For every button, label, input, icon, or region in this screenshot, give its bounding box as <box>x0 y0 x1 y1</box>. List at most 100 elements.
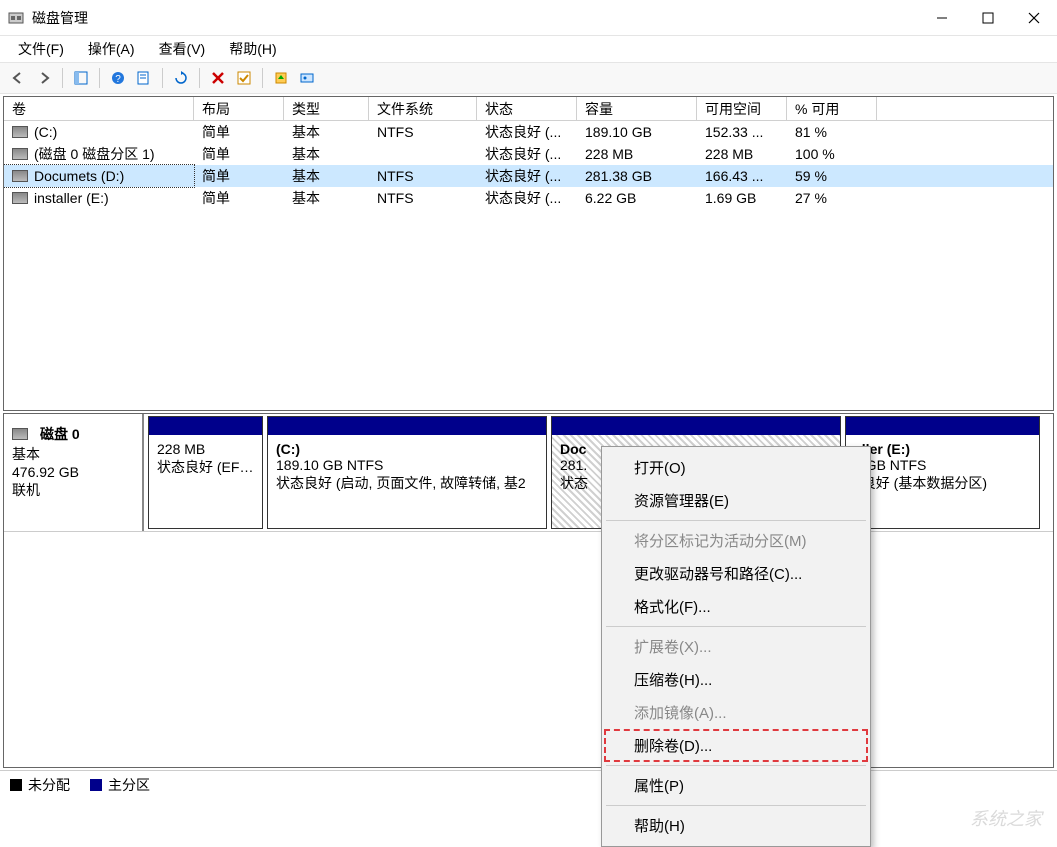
show-hide-button[interactable] <box>69 66 93 90</box>
separator <box>199 68 200 88</box>
context-item[interactable]: 资源管理器(E) <box>604 484 868 517</box>
toolbar: ? <box>0 62 1057 94</box>
separator <box>162 68 163 88</box>
volume-status: 状态良好 (... <box>477 143 577 165</box>
legend-unallocated-label: 未分配 <box>28 775 70 795</box>
volume-status: 状态良好 (... <box>477 187 577 209</box>
up-button[interactable] <box>269 66 293 90</box>
volume-list-panel: 卷 布局 类型 文件系统 状态 容量 可用空间 % 可用 (C:) 简单 基本 … <box>3 96 1054 411</box>
column-header-row: 卷 布局 类型 文件系统 状态 容量 可用空间 % 可用 <box>4 97 1053 121</box>
partition[interactable]: aller (E:) 2 GB NTFS 5良好 (基本数据分区) <box>845 416 1040 529</box>
window-title: 磁盘管理 <box>32 8 88 28</box>
window-controls <box>919 0 1057 36</box>
maximize-button[interactable] <box>965 0 1011 36</box>
context-separator <box>606 765 866 766</box>
separator <box>262 68 263 88</box>
legend-unallocated-icon <box>10 779 22 791</box>
volume-row[interactable]: Documets (D:) 简单 基本 NTFS 状态良好 (... 281.3… <box>4 165 1053 187</box>
volume-fs: NTFS <box>369 165 477 187</box>
volume-status: 状态良好 (... <box>477 121 577 143</box>
delete-button[interactable] <box>206 66 230 90</box>
partition[interactable]: (C:) 189.10 GB NTFS 状态良好 (启动, 页面文件, 故障转储… <box>267 416 547 529</box>
disk-info[interactable]: 磁盘 0 基本 476.92 GB 联机 <box>4 414 144 531</box>
partition[interactable]: 228 MB 状态良好 (EFI 系 <box>148 416 263 529</box>
volume-type: 基本 <box>284 121 369 143</box>
disk-size: 476.92 GB <box>12 464 134 480</box>
back-button[interactable] <box>6 66 30 90</box>
volume-type: 基本 <box>284 165 369 187</box>
volume-type: 基本 <box>284 187 369 209</box>
partition-size: 228 MB <box>157 441 254 457</box>
context-item[interactable]: 打开(O) <box>604 451 868 484</box>
volume-free: 166.43 ... <box>697 165 787 187</box>
menu-file[interactable]: 文件(F) <box>8 37 74 61</box>
context-item[interactable]: 更改驱动器号和路径(C)... <box>604 557 868 590</box>
context-item: 扩展卷(X)... <box>604 630 868 663</box>
column-volume[interactable]: 卷 <box>4 97 194 120</box>
column-free[interactable]: 可用空间 <box>697 97 787 120</box>
volume-icon <box>12 148 28 160</box>
volume-capacity: 281.38 GB <box>577 165 697 187</box>
menu-view[interactable]: 查看(V) <box>149 37 216 61</box>
partition-size: 189.10 GB NTFS <box>276 457 538 473</box>
context-separator <box>606 626 866 627</box>
volume-capacity: 6.22 GB <box>577 187 697 209</box>
close-button[interactable] <box>1011 0 1057 36</box>
column-status[interactable]: 状态 <box>477 97 577 120</box>
context-item: 添加镜像(A)... <box>604 696 868 729</box>
context-item[interactable]: 属性(P) <box>604 769 868 802</box>
volume-type: 基本 <box>284 143 369 165</box>
watermark: 系统之家 <box>970 805 1042 831</box>
disk-row: 磁盘 0 基本 476.92 GB 联机 228 MB 状态良好 (EFI 系 … <box>4 414 1053 532</box>
column-fs[interactable]: 文件系统 <box>369 97 477 120</box>
menu-operate[interactable]: 操作(A) <box>78 37 145 61</box>
properties-button[interactable] <box>132 66 156 90</box>
separator <box>99 68 100 88</box>
context-separator <box>606 805 866 806</box>
column-capacity[interactable]: 容量 <box>577 97 697 120</box>
volume-row[interactable]: (磁盘 0 磁盘分区 1) 简单 基本 状态良好 (... 228 MB 228… <box>4 143 1053 165</box>
column-percent[interactable]: % 可用 <box>787 97 877 120</box>
disk-name: 磁盘 0 <box>40 424 80 444</box>
volume-icon <box>12 192 28 204</box>
volume-pct: 59 % <box>787 165 877 187</box>
minimize-button[interactable] <box>919 0 965 36</box>
column-type[interactable]: 类型 <box>284 97 369 120</box>
menu-help[interactable]: 帮助(H) <box>219 37 286 61</box>
volume-capacity: 228 MB <box>577 143 697 165</box>
volume-layout: 简单 <box>194 121 284 143</box>
partition-header <box>149 417 262 435</box>
disk-icon <box>12 428 28 440</box>
context-item[interactable]: 帮助(H) <box>604 809 868 842</box>
app-icon <box>8 10 24 26</box>
disk-state: 联机 <box>12 480 134 500</box>
partition-header <box>552 417 840 435</box>
volume-status: 状态良好 (... <box>477 165 577 187</box>
partition-header <box>846 417 1039 435</box>
volume-name: (C:) <box>34 124 57 140</box>
context-item[interactable]: 删除卷(D)... <box>604 729 868 762</box>
check-button[interactable] <box>232 66 256 90</box>
help-button[interactable]: ? <box>106 66 130 90</box>
forward-button[interactable] <box>32 66 56 90</box>
context-item[interactable]: 格式化(F)... <box>604 590 868 623</box>
volume-fs: NTFS <box>369 121 477 143</box>
partition-header <box>268 417 546 435</box>
column-layout[interactable]: 布局 <box>194 97 284 120</box>
volume-name: Documets (D:) <box>34 168 124 184</box>
context-item: 将分区标记为活动分区(M) <box>604 524 868 557</box>
partition-name: aller (E:) <box>854 441 1031 457</box>
volume-icon <box>12 170 28 182</box>
volume-row[interactable]: (C:) 简单 基本 NTFS 状态良好 (... 189.10 GB 152.… <box>4 121 1053 143</box>
volume-row[interactable]: installer (E:) 简单 基本 NTFS 状态良好 (... 6.22… <box>4 187 1053 209</box>
volume-layout: 简单 <box>194 143 284 165</box>
context-separator <box>606 520 866 521</box>
title-bar: 磁盘管理 <box>0 0 1057 36</box>
refresh-button[interactable] <box>169 66 193 90</box>
context-item[interactable]: 压缩卷(H)... <box>604 663 868 696</box>
menu-bar: 文件(F) 操作(A) 查看(V) 帮助(H) <box>0 36 1057 62</box>
disk-partitions: 228 MB 状态良好 (EFI 系 (C:) 189.10 GB NTFS 状… <box>144 414 1053 531</box>
volume-free: 152.33 ... <box>697 121 787 143</box>
settings-button[interactable] <box>295 66 319 90</box>
volume-layout: 简单 <box>194 187 284 209</box>
